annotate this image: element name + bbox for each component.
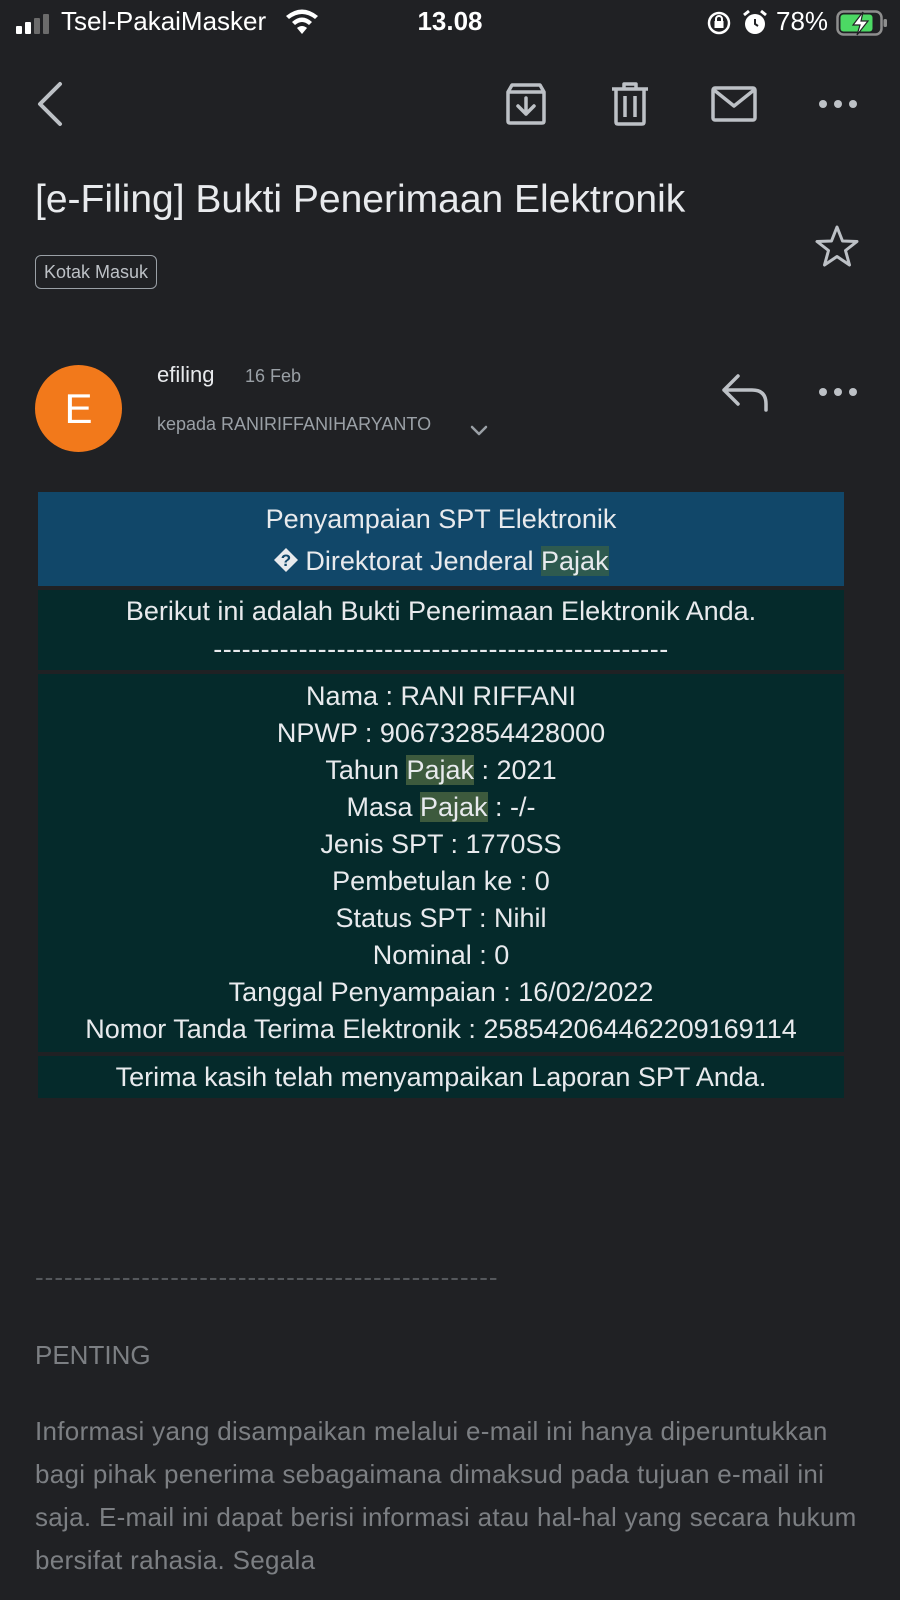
- intro-text: Berikut ini adalah Bukti Penerimaan Elek…: [125, 596, 757, 626]
- search-highlight: Pajak: [406, 755, 475, 785]
- header-title: Penyampaian SPT Elektronik: [265, 504, 617, 534]
- message-more-icon[interactable]: [814, 370, 862, 414]
- chevron-down-icon[interactable]: [468, 420, 490, 440]
- inbox-label-chip[interactable]: Kotak Masuk: [35, 255, 158, 289]
- field-nama: Nama : RANI RIFFANI: [305, 681, 577, 711]
- footer-heading: PENTING: [35, 1340, 151, 1370]
- unknown-char-icon: ?: [274, 548, 299, 572]
- carrier-name: Tsel-PakaiMasker: [61, 6, 267, 36]
- field-nominal: Nominal : 0: [372, 940, 510, 970]
- reply-icon[interactable]: [720, 370, 770, 414]
- footer-divider: ----------------------------------------…: [35, 1262, 499, 1292]
- receipt-header: Penyampaian SPT Elektronik ? Direktorat …: [38, 492, 844, 586]
- archive-icon[interactable]: [502, 80, 550, 128]
- mail-icon[interactable]: [710, 80, 758, 128]
- email-date: 16 Feb: [245, 366, 302, 386]
- search-highlight: Pajak: [541, 546, 609, 576]
- footer-paragraph: Informasi yang disampaikan melalui e-mai…: [35, 1416, 857, 1575]
- more-options-icon[interactable]: [814, 80, 862, 128]
- intro-divider: ----------------------------------------…: [213, 634, 669, 664]
- field-masa-pajak: Masa Pajak : -/-: [346, 792, 536, 822]
- field-npwp: NPWP : 906732854428000: [276, 718, 606, 748]
- status-bar: Tsel-PakaiMasker 13.08 78%: [0, 0, 900, 46]
- recipient-line: kepada RANIRIFFANIHARYANTO: [157, 414, 432, 434]
- trash-icon[interactable]: [606, 80, 654, 128]
- sender-name: efiling: [157, 362, 215, 387]
- header-subtitle: ? Direktorat Jenderal Pajak: [38, 540, 844, 582]
- orientation-lock-icon: [707, 11, 731, 35]
- field-nomor-tanda-terima: Nomor Tanda Terima Elektronik : 25854206…: [85, 1014, 797, 1044]
- battery-charging-icon: [836, 10, 887, 36]
- cellular-signal-icon: [16, 12, 52, 34]
- battery-percent: 78%: [776, 6, 829, 36]
- search-highlight: Pajak: [419, 792, 488, 822]
- email-subject: [e-Filing] Bukti Penerimaan Elektronik: [35, 178, 686, 221]
- receipt-intro: Berikut ini adalah Bukti Penerimaan Elek…: [38, 590, 844, 670]
- email-body: Penyampaian SPT Elektronik ? Direktorat …: [38, 492, 844, 1098]
- wifi-icon: [286, 9, 318, 34]
- field-pembetulan: Pembetulan ke : 0: [332, 866, 550, 896]
- back-icon[interactable]: [30, 80, 78, 128]
- clock: 13.08: [417, 6, 483, 36]
- field-status-spt: Status SPT : Nihil: [335, 903, 547, 933]
- star-icon[interactable]: [814, 224, 860, 270]
- field-tahun-pajak: Tahun Pajak : 2021: [325, 755, 557, 785]
- svg-text:?: ?: [281, 551, 291, 570]
- receipt-details: Nama : RANI RIFFANI NPWP : 9067328544280…: [38, 674, 844, 1052]
- field-jenis-spt: Jenis SPT : 1770SS: [320, 829, 562, 859]
- field-tanggal: Tanggal Penyampaian : 16/02/2022: [228, 977, 654, 1007]
- receipt-thanks: Terima kasih telah menyampaikan Laporan …: [38, 1056, 844, 1098]
- sender-avatar[interactable]: E: [35, 365, 122, 452]
- alarm-icon: [743, 9, 767, 34]
